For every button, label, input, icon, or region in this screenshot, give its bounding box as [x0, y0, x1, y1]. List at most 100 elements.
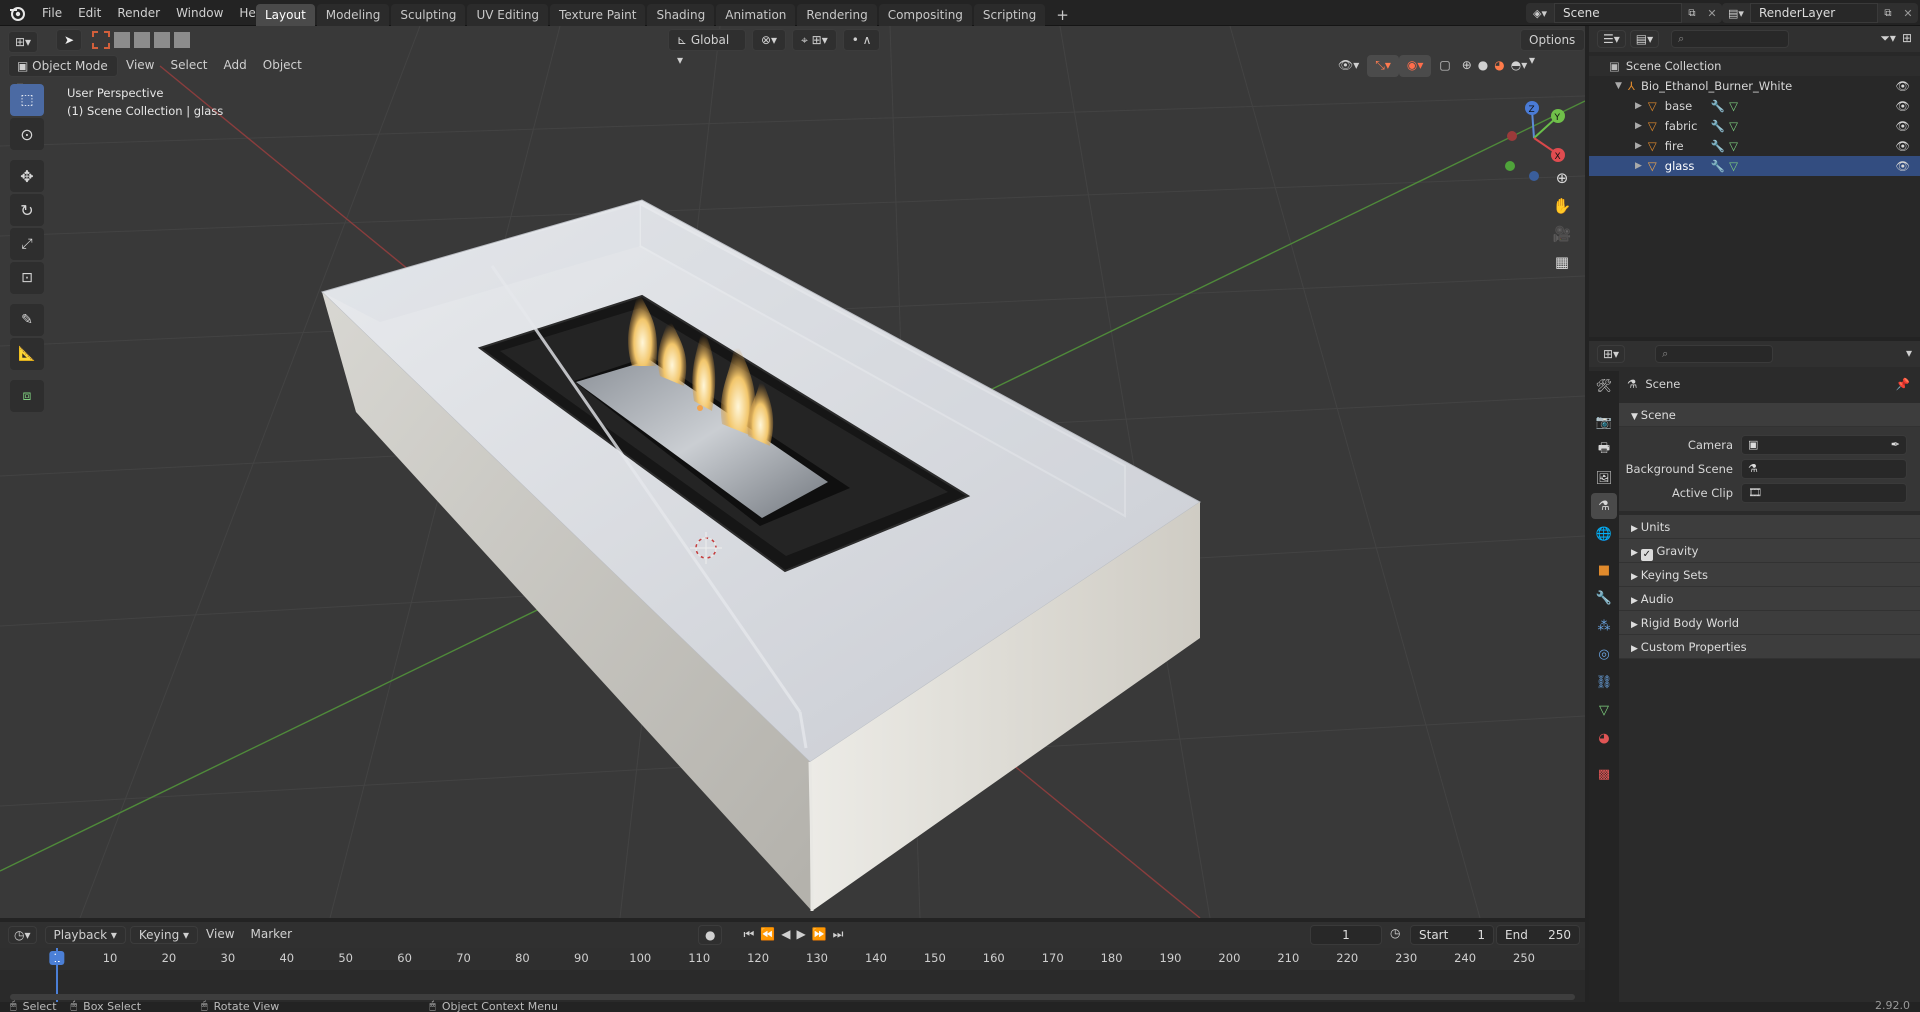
- camera-view-icon[interactable]: 🎥: [1548, 220, 1576, 248]
- play-reverse-icon[interactable]: ◀: [778, 924, 793, 946]
- timeline-menu-view[interactable]: View: [198, 924, 242, 946]
- new-collection-icon[interactable]: ⊞: [1902, 28, 1920, 50]
- wireframe-shading-icon[interactable]: ⊕: [1459, 55, 1475, 77]
- menu-window[interactable]: Window: [168, 0, 231, 26]
- view-layer-field[interactable]: RenderLayer: [1750, 3, 1878, 23]
- timeline-editor-type-icon[interactable]: ◷▾: [8, 926, 37, 944]
- properties-search-input[interactable]: ⌕: [1655, 345, 1774, 363]
- proportional-edit-icon[interactable]: • ∧: [842, 29, 881, 51]
- scene-selector[interactable]: ◈▾ Scene ⧉ ✕: [1526, 3, 1722, 23]
- expand-arrow-icon[interactable]: ▼: [1615, 81, 1622, 91]
- scene-name-field[interactable]: Scene: [1554, 3, 1682, 23]
- expand-arrow-icon[interactable]: ▶: [1635, 101, 1642, 111]
- close-scene-icon[interactable]: ✕: [1702, 3, 1722, 23]
- viewport-menu-select[interactable]: Select: [162, 55, 215, 77]
- tab-uv-editing[interactable]: UV Editing: [467, 4, 549, 26]
- custom-properties-panel-header[interactable]: ▶ Custom Properties: [1619, 635, 1920, 659]
- prev-keyframe-icon[interactable]: ⏪: [757, 924, 778, 946]
- box-select-intersect-icon[interactable]: [174, 32, 190, 48]
- units-panel-header[interactable]: ▶ Units: [1619, 515, 1920, 539]
- scale-tool[interactable]: ⤢: [10, 228, 44, 260]
- menu-edit[interactable]: Edit: [70, 0, 109, 26]
- background-scene-field[interactable]: ⚗: [1741, 459, 1907, 479]
- timeline-menu-marker[interactable]: Marker: [243, 924, 300, 946]
- output-tab-icon[interactable]: 🖶: [1591, 437, 1617, 463]
- box-select-subtract-icon[interactable]: [134, 32, 150, 48]
- options-dropdown[interactable]: Options ▾: [1520, 29, 1585, 67]
- tab-animation[interactable]: Animation: [716, 4, 796, 26]
- visibility-eye-icon[interactable]: 👁: [1895, 119, 1910, 133]
- mesh-data-icon[interactable]: ▽: [1729, 159, 1738, 173]
- pan-hand-icon[interactable]: ✋: [1548, 192, 1576, 220]
- outliner-item-fire[interactable]: ▶ ▽ fire 🔧 ▽ 👁: [1589, 136, 1920, 156]
- view-layer-tab-icon[interactable]: 🖼: [1591, 465, 1617, 491]
- xray-toggle-icon[interactable]: ▢: [1431, 55, 1458, 77]
- mesh-data-icon[interactable]: ▽: [1729, 119, 1738, 133]
- visibility-eye-icon[interactable]: 👁: [1895, 139, 1910, 153]
- expand-arrow-icon[interactable]: ▶: [1635, 161, 1642, 171]
- select-tool-icon[interactable]: ➤: [56, 29, 82, 51]
- visibility-eye-icon[interactable]: 👁: [1895, 159, 1910, 173]
- modifier-wrench-icon[interactable]: 🔧: [1711, 119, 1725, 133]
- tab-layout[interactable]: Layout: [256, 4, 315, 26]
- box-select-extend-icon[interactable]: [114, 32, 130, 48]
- jump-start-icon[interactable]: ⏮: [740, 924, 757, 946]
- viewport-menu-add[interactable]: Add: [216, 55, 255, 77]
- render-tab-icon[interactable]: 📷: [1591, 409, 1617, 435]
- visibility-eye-icon[interactable]: 👁: [1895, 79, 1910, 93]
- rigid-body-world-panel-header[interactable]: ▶ Rigid Body World: [1619, 611, 1920, 635]
- object-tab-icon[interactable]: ■: [1591, 557, 1617, 583]
- overlay-toggle-icon[interactable]: ◉▾: [1398, 55, 1432, 77]
- transform-tool[interactable]: ⊡: [10, 262, 44, 294]
- next-keyframe-icon[interactable]: ⏩: [809, 924, 830, 946]
- outliner-item-glass[interactable]: ▶ ▽ glass 🔧 ▽ 👁: [1589, 156, 1920, 176]
- object-mode-dropdown[interactable]: ▣ Object Mode ▾: [8, 55, 118, 93]
- add-cube-tool[interactable]: ⧈: [10, 380, 44, 412]
- audio-panel-header[interactable]: ▶ Audio: [1619, 587, 1920, 611]
- keying-menu[interactable]: Keying ▾: [129, 926, 199, 944]
- measure-tool[interactable]: 📐: [10, 338, 44, 370]
- view-layer-selector[interactable]: ▤▾ RenderLayer ⧉ ✕: [1722, 3, 1918, 23]
- tab-sculpting[interactable]: Sculpting: [391, 4, 466, 26]
- scene-panel-header[interactable]: ▼ Scene: [1619, 403, 1920, 427]
- solid-shading-icon[interactable]: ●: [1475, 55, 1491, 77]
- tool-tab-icon[interactable]: 🛠: [1591, 373, 1617, 399]
- tab-rendering[interactable]: Rendering: [797, 4, 877, 26]
- visibility-icon[interactable]: 👁▾: [1330, 55, 1367, 77]
- frame-ruler[interactable]: 1102030405060708090100110120130140150160…: [0, 948, 1585, 970]
- tab-scripting[interactable]: Scripting: [973, 4, 1046, 26]
- editor-type-button[interactable]: ⊞▾: [8, 31, 39, 53]
- menu-render[interactable]: Render: [109, 0, 168, 26]
- expand-arrow-icon[interactable]: ▶: [1635, 141, 1642, 151]
- current-frame-field[interactable]: 1: [1310, 925, 1382, 945]
- snap-icon[interactable]: ⌖ ⊞▾: [792, 29, 837, 51]
- properties-editor-type-icon[interactable]: ⊞▾: [1597, 345, 1626, 363]
- display-mode-icon[interactable]: ▤▾: [1629, 30, 1660, 48]
- start-frame-field[interactable]: Start 1: [1410, 925, 1494, 945]
- gizmo-neg-y-icon[interactable]: [1505, 161, 1515, 171]
- editor-type-icon[interactable]: ⊞▾: [8, 31, 39, 53]
- collection-row[interactable]: ▼ ⅄ Bio_Ethanol_Burner_White 👁: [1589, 76, 1920, 96]
- texture-tab-icon[interactable]: ▩: [1591, 761, 1617, 787]
- world-tab-icon[interactable]: 🌐: [1591, 521, 1617, 547]
- mesh-data-icon[interactable]: ▽: [1729, 139, 1738, 153]
- annotate-tool[interactable]: ✎: [10, 304, 44, 336]
- gravity-checkbox[interactable]: ✓: [1640, 549, 1653, 561]
- menu-file[interactable]: File: [34, 0, 70, 26]
- mesh-data-icon[interactable]: ▽: [1729, 99, 1738, 113]
- close-view-layer-icon[interactable]: ✕: [1898, 3, 1918, 23]
- select-box-tool[interactable]: ⬚: [10, 84, 44, 116]
- view-layer-icon[interactable]: ▤▾: [1722, 3, 1750, 23]
- perspective-grid-icon[interactable]: ▦: [1548, 248, 1576, 276]
- pin-icon[interactable]: 📌: [1896, 372, 1910, 396]
- bio-ethanol-burner[interactable]: [321, 199, 1201, 912]
- outliner-item-base[interactable]: ▶ ▽ base 🔧 ▽ 👁: [1589, 96, 1920, 116]
- gizmo-neg-z-icon[interactable]: [1529, 171, 1539, 181]
- tab-modeling[interactable]: Modeling: [316, 4, 390, 26]
- expand-arrow-icon[interactable]: ▶: [1635, 121, 1642, 131]
- constraints-tab-icon[interactable]: ⛓: [1591, 669, 1617, 695]
- cursor-tool[interactable]: ⊙: [10, 118, 44, 150]
- copy-scene-icon[interactable]: ⧉: [1682, 3, 1702, 23]
- keying-sets-panel-header[interactable]: ▶ Keying Sets: [1619, 563, 1920, 587]
- eyedropper-icon[interactable]: ✒: [1891, 436, 1900, 454]
